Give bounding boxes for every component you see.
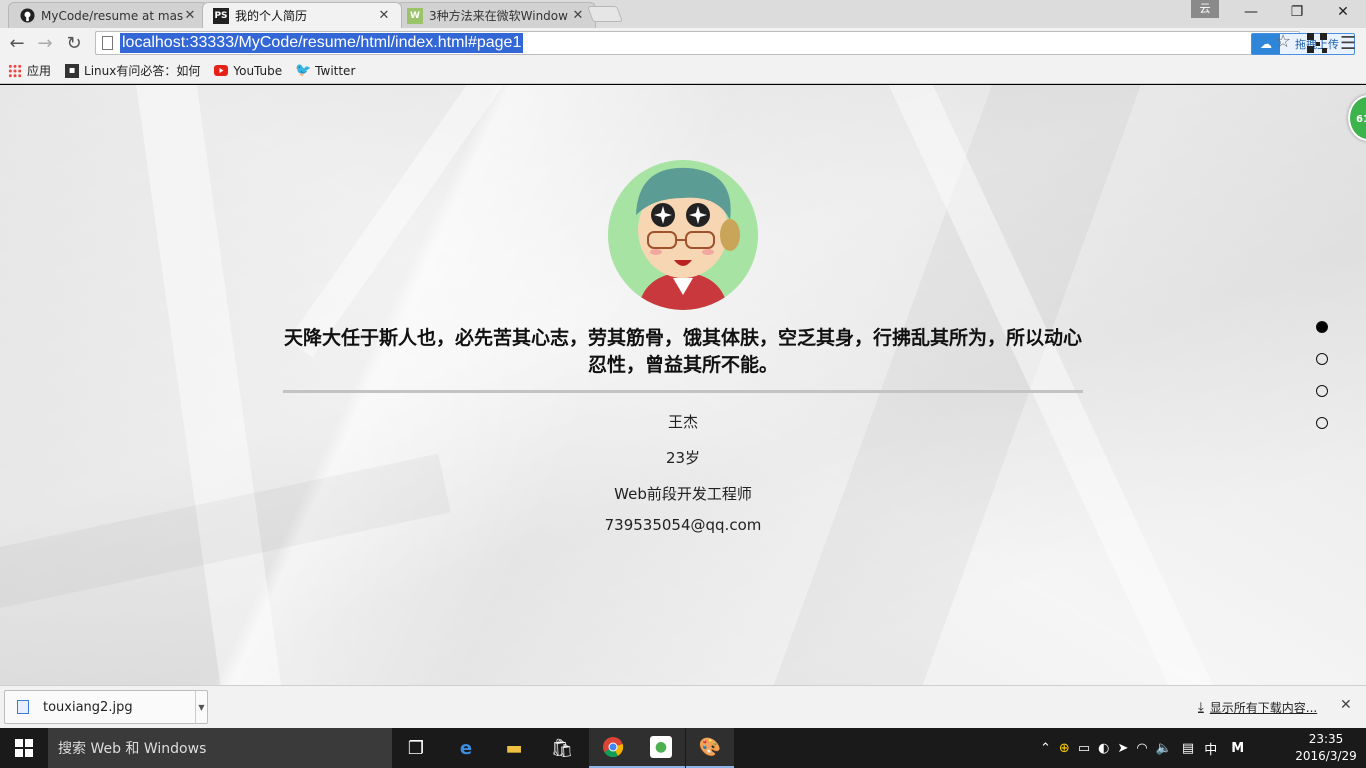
close-icon[interactable]: ✕ — [377, 8, 391, 23]
minimize-button[interactable]: — — [1228, 0, 1274, 24]
system-tray: ⌃ ⊕ ▭ ◐ ➤ ◠ 🔈 ▤ 中 M — [1040, 728, 1244, 768]
floating-counter-badge[interactable]: 61 — [1348, 95, 1366, 141]
ime-mode-indicator[interactable]: M — [1231, 741, 1244, 756]
tab-title: MyCode/resume at mas — [41, 8, 183, 23]
close-icon[interactable]: ✕ — [1340, 697, 1352, 713]
tab-github[interactable]: MyCode/resume at mas ✕ — [8, 2, 208, 28]
apps-icon — [8, 63, 22, 78]
motto-text: 天降大任于斯人也，必先苦其心志，劳其筋骨，饿其体肤，空乏其身，行拂乱其所为，所以… — [283, 327, 1082, 376]
store-icon[interactable]: 🛍 — [538, 728, 586, 768]
github-icon — [19, 8, 35, 24]
show-all-downloads-link[interactable]: ⤓ 显示所有下载内容... — [1198, 699, 1317, 716]
download-icon: ⤓ — [1198, 700, 1204, 715]
clock-time: 23:35 — [1308, 732, 1344, 746]
page-nav-dot-1[interactable] — [1316, 321, 1328, 333]
background-shard — [287, 85, 543, 358]
new-tab-button[interactable] — [587, 6, 623, 22]
menu-icon[interactable]: ☰ — [1340, 33, 1356, 54]
browser-toolbar: ← → ↻ localhost:33333/MyCode/resume/html… — [0, 28, 1366, 58]
chrome-icon[interactable] — [589, 728, 637, 768]
window-close-button[interactable]: ✕ — [1320, 0, 1366, 24]
profile-name: 王杰 — [667, 413, 698, 431]
profile-age: 23岁 — [665, 449, 701, 467]
tab-title: 3种方法来在微软Window — [429, 9, 568, 23]
paint-icon[interactable]: 🎨 — [686, 728, 734, 768]
volume-icon[interactable]: 🔈 — [1156, 741, 1172, 756]
bookmark-label: Twitter — [315, 63, 356, 78]
taskbar-search[interactable]: 搜索 Web 和 Windows — [48, 728, 392, 768]
tab-wikihow[interactable]: W 3种方法来在微软Window ✕ — [396, 2, 596, 28]
tab-resume[interactable]: PS 我的个人简历 ✕ — [202, 2, 402, 28]
wikihow-icon: W — [407, 7, 423, 24]
bookmark-label: YouTube — [233, 63, 283, 78]
download-filename: touxiang2.jpg — [43, 699, 133, 715]
notification-icon[interactable]: ▤ — [1182, 741, 1194, 756]
windows-icon — [15, 739, 33, 757]
yun-badge[interactable]: 云 — [1191, 0, 1219, 18]
clock[interactable]: 23:35 2016/3/29 — [1288, 731, 1364, 765]
divider — [283, 390, 1083, 393]
page-viewport: 61 天降大任于斯人也，必先苦其心志，劳其筋骨，饿其体肤，空乏其身，行拂乱其所为… — [0, 85, 1366, 685]
bookmark-label: Linux有问必答：如何 — [84, 64, 201, 78]
page-nav-dot-2[interactable] — [1316, 353, 1328, 365]
bookmarks-bar: 应用 ▪ Linux有问必答：如何 YouTube 🐦 Twitter — [0, 58, 1366, 84]
close-icon[interactable]: ✕ — [183, 8, 197, 23]
bookmark-label: 应用 — [27, 64, 52, 78]
start-button[interactable] — [0, 728, 48, 768]
page-icon — [102, 36, 113, 50]
taskbar: 搜索 Web 和 Windows ❐ e ▬ 🛍 ● 🎨 ⌃ ⊕ ▭ ◐ ➤ ◠… — [0, 728, 1366, 768]
qq-icon[interactable]: ◐ — [1098, 741, 1109, 756]
plus-circle-icon[interactable]: ⊕ — [1059, 741, 1070, 756]
tab-title: 我的个人简历 — [235, 9, 308, 23]
reload-button[interactable]: ↻ — [63, 32, 85, 54]
avatar — [608, 160, 758, 310]
profile-job: Web前段开发工程师 — [614, 485, 752, 503]
page-nav-dot-4[interactable] — [1316, 417, 1328, 429]
youtube-icon — [214, 64, 229, 78]
clock-date: 2016/3/29 — [1295, 749, 1357, 763]
app-leaf-icon[interactable]: ● — [637, 728, 685, 768]
forward-button[interactable]: → — [34, 32, 56, 54]
bookmark-icon: ▪ — [65, 63, 80, 78]
edge-icon[interactable]: e — [442, 728, 490, 768]
ime-indicator[interactable]: 中 — [1204, 739, 1217, 758]
profile-email: 739535054@qq.com — [604, 516, 762, 534]
background-shard — [131, 85, 289, 685]
qr-code-icon[interactable] — [1307, 33, 1327, 53]
chevron-up-icon[interactable]: ⌃ — [1040, 741, 1051, 756]
bookmark-apps[interactable]: 应用 — [8, 62, 51, 79]
download-shelf: touxiang2.jpg ▼ ⤓ 显示所有下载内容... ✕ — [0, 685, 1366, 728]
ps-icon: PS — [213, 7, 229, 24]
page-nav-dot-3[interactable] — [1316, 385, 1328, 397]
back-button[interactable]: ← — [6, 32, 28, 54]
bookmark-youtube[interactable]: YouTube — [214, 64, 282, 78]
task-view-icon[interactable]: ❐ — [392, 728, 440, 768]
bookmark-twitter[interactable]: 🐦 Twitter — [295, 63, 356, 78]
wifi-icon[interactable]: ◠ — [1136, 741, 1147, 756]
send-icon[interactable]: ➤ — [1117, 741, 1128, 756]
star-icon[interactable]: ☆ — [1275, 31, 1291, 52]
file-explorer-icon[interactable]: ▬ — [490, 728, 538, 768]
battery-icon[interactable]: ▭ — [1078, 741, 1090, 756]
chevron-down-icon[interactable]: ▼ — [195, 691, 207, 723]
url-text[interactable]: localhost:33333/MyCode/resume/html/index… — [120, 33, 524, 53]
close-icon[interactable]: ✕ — [571, 8, 585, 23]
twitter-icon: 🐦 — [295, 63, 312, 78]
bookmark-linux[interactable]: ▪ Linux有问必答：如何 — [65, 62, 200, 79]
address-bar[interactable]: localhost:33333/MyCode/resume/html/index… — [95, 31, 1355, 55]
restore-button[interactable]: ❐ — [1274, 0, 1320, 24]
download-item[interactable]: touxiang2.jpg ▼ — [4, 690, 208, 724]
show-all-label: 显示所有下载内容... — [1209, 701, 1318, 715]
tab-strip: MyCode/resume at mas ✕ PS 我的个人简历 ✕ W 3种方… — [0, 0, 1366, 28]
image-file-icon — [17, 700, 29, 714]
